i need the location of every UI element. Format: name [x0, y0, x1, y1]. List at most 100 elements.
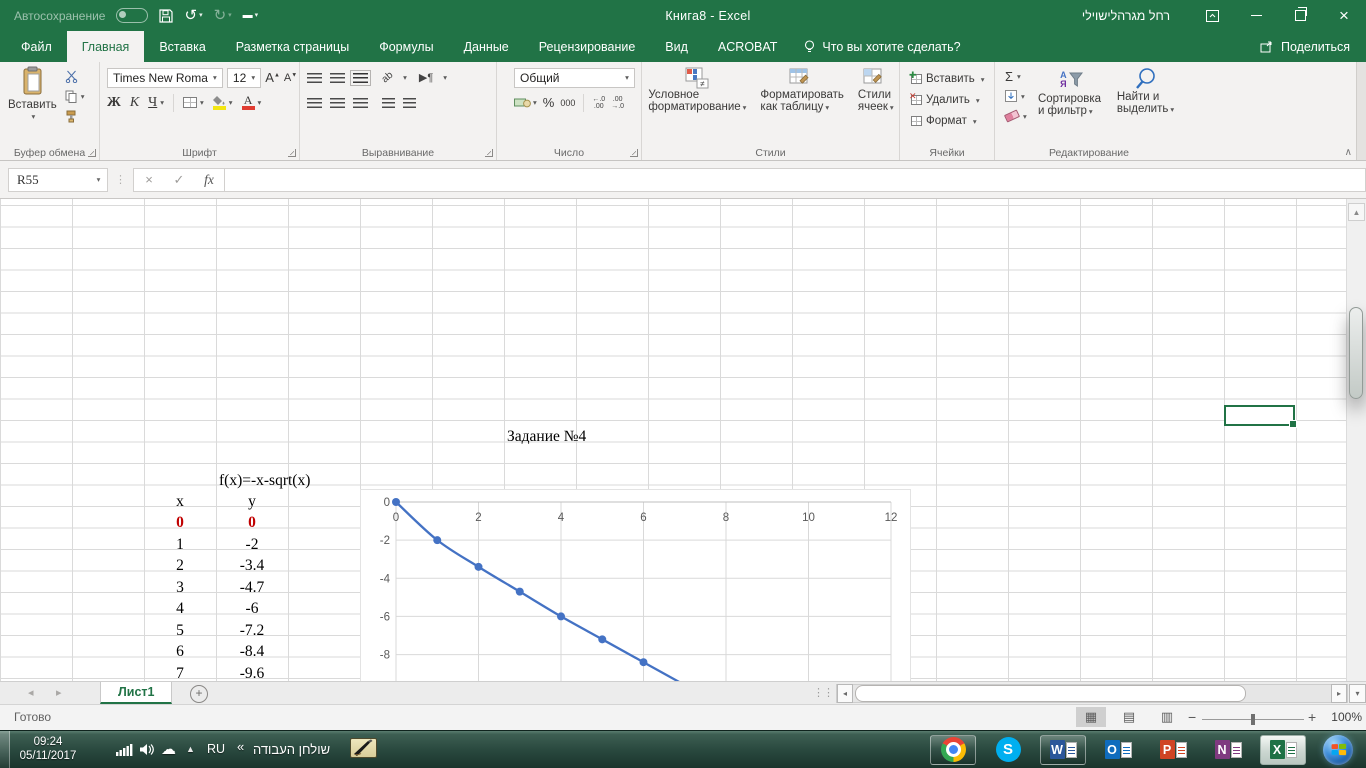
- copy-dropdown-icon[interactable]: ▾: [81, 92, 85, 101]
- text-direction-dropdown-icon[interactable]: ▾: [443, 73, 447, 82]
- formula-input[interactable]: [225, 167, 1366, 192]
- number-format-select[interactable]: Общий ▾: [514, 67, 635, 88]
- increase-indent-icon[interactable]: [403, 97, 416, 108]
- network-icon[interactable]: [116, 744, 133, 759]
- cancel-icon[interactable]: ×: [134, 172, 164, 187]
- format-cells-dropdown-icon[interactable]: ▾: [973, 117, 977, 126]
- currency-dropdown-icon[interactable]: ▾: [533, 98, 537, 107]
- ribbon-tab-Формулы[interactable]: Формулы: [364, 31, 448, 62]
- increase-font-icon[interactable]: A▲: [265, 70, 280, 85]
- scroll-down-icon[interactable]: ▾: [1349, 684, 1366, 703]
- name-box[interactable]: R55 ▾: [8, 167, 108, 192]
- comma-style-button[interactable]: 000: [560, 98, 575, 108]
- cell-header-x[interactable]: x: [144, 491, 216, 512]
- text-direction-icon[interactable]: ▶¶: [419, 71, 433, 84]
- scroll-left-icon[interactable]: ◂: [837, 684, 853, 703]
- insert-function-icon[interactable]: fx: [194, 172, 224, 188]
- fill-color-button[interactable]: [212, 95, 226, 110]
- enter-icon[interactable]: ✓: [164, 172, 194, 188]
- scroll-up-icon[interactable]: ▲: [1348, 203, 1365, 221]
- clipboard-dialog-launcher[interactable]: [88, 149, 96, 157]
- font-size-select[interactable]: 12 ▾: [226, 67, 262, 88]
- cell-x-row2[interactable]: 2: [144, 556, 216, 577]
- delete-cells-dropdown-icon[interactable]: ▾: [976, 96, 980, 105]
- font-size-dropdown-icon[interactable]: ▾: [246, 73, 260, 82]
- format-as-table-dropdown-icon[interactable]: ▾: [825, 103, 829, 112]
- ribbon-tab-Вставка[interactable]: Вставка: [144, 31, 220, 62]
- zoom-level[interactable]: 100%: [1326, 710, 1362, 724]
- cell-x-row5[interactable]: 5: [144, 620, 216, 641]
- clear-button[interactable]: ▾: [1002, 108, 1032, 124]
- format-as-table-button[interactable]: Форматировать как таблицу ▾: [754, 65, 849, 135]
- sort-filter-button[interactable]: АЯ Сортировка и фильтр ▾: [1032, 65, 1111, 135]
- italic-button[interactable]: К: [130, 95, 139, 111]
- cell-y-row0[interactable]: 0: [216, 513, 288, 534]
- chart-object[interactable]: 0246810120-2-4-6-8-10-12-14: [360, 489, 911, 681]
- align-top-icon[interactable]: [307, 72, 322, 83]
- taskbar-app-windows[interactable]: [1315, 734, 1361, 765]
- ribbon-display-options-button[interactable]: [1190, 0, 1234, 31]
- orientation-dropdown-icon[interactable]: ▾: [403, 73, 407, 82]
- cell-y-row4[interactable]: -6: [216, 599, 288, 620]
- customize-quick-access-icon[interactable]: ▬ ▾: [243, 8, 259, 23]
- zoom-in-icon[interactable]: +: [1308, 709, 1316, 725]
- find-select-dropdown-icon[interactable]: ▾: [1170, 105, 1174, 114]
- cell-x-row6[interactable]: 6: [144, 642, 216, 663]
- decrease-indent-icon[interactable]: [382, 97, 395, 108]
- autosum-button[interactable]: Σ ▾: [1002, 68, 1032, 84]
- find-select-button[interactable]: Найти и выделить ▾: [1111, 65, 1181, 135]
- page-layout-view-button[interactable]: ▤: [1114, 707, 1144, 727]
- save-icon[interactable]: [159, 8, 174, 23]
- orientation-icon[interactable]: ab: [380, 70, 396, 86]
- cell-x-row0[interactable]: 0: [144, 513, 216, 534]
- volume-icon[interactable]: [139, 743, 155, 759]
- align-right-icon[interactable]: [353, 97, 368, 108]
- align-bottom-icon[interactable]: [350, 69, 371, 86]
- align-center-icon[interactable]: [330, 97, 345, 108]
- undo-icon[interactable]: ↺ ▾: [184, 8, 202, 23]
- cell-function-label[interactable]: f(x)=-x-sqrt(x): [219, 470, 310, 491]
- format-cells-button[interactable]: Формат ▾: [907, 111, 988, 131]
- alignment-dialog-launcher[interactable]: [485, 149, 493, 157]
- redo-dropdown-icon[interactable]: ▾: [228, 8, 232, 23]
- decrease-font-icon[interactable]: A▼: [284, 72, 297, 84]
- formula-bar-grip[interactable]: ⋮: [115, 173, 126, 186]
- cell-y-row1[interactable]: -2: [216, 534, 288, 555]
- taskbar-app-powerpoint[interactable]: P: [1150, 735, 1196, 765]
- copy-button[interactable]: ▾: [62, 88, 88, 104]
- cell-y-row7[interactable]: -9.6: [216, 663, 288, 682]
- fill-button[interactable]: ▾: [1002, 88, 1032, 104]
- font-dialog-launcher[interactable]: [288, 149, 296, 157]
- page-break-view-button[interactable]: ▥: [1152, 707, 1182, 727]
- cell-task-title[interactable]: Задание №4: [507, 426, 586, 447]
- selected-cell[interactable]: [1224, 405, 1297, 428]
- cell-header-y[interactable]: y: [216, 491, 288, 512]
- normal-view-button[interactable]: ▦: [1076, 707, 1106, 727]
- zoom-slider[interactable]: [1202, 714, 1304, 725]
- cell-styles-dropdown-icon[interactable]: ▾: [890, 103, 894, 112]
- cell-y-row2[interactable]: -3.4: [216, 556, 288, 577]
- fill-dropdown-icon[interactable]: ▾: [1021, 92, 1025, 101]
- taskbar-app-outlook[interactable]: O: [1095, 735, 1141, 765]
- scroll-right-icon[interactable]: ▸: [1331, 684, 1347, 703]
- cell-y-row3[interactable]: -4.7: [216, 577, 288, 598]
- conditional-formatting-button[interactable]: ≠ Условное форматирование ▾: [642, 65, 752, 135]
- sort-filter-dropdown-icon[interactable]: ▾: [1089, 107, 1093, 116]
- taskbar-app-excel[interactable]: X: [1260, 734, 1306, 765]
- spreadsheet-grid[interactable]: Задание №4 f(x)=-x-sqrt(x) x y 0 0 1 -2 2 -3.…: [0, 199, 1346, 681]
- taskbar-clock[interactable]: 09:24 05/11/2017: [4, 735, 92, 763]
- sheet-tab-list1[interactable]: Лист1: [100, 682, 173, 704]
- delete-cells-button[interactable]: ✕ Удалить ▾: [907, 90, 988, 110]
- ribbon-tab-Разметка страницы[interactable]: Разметка страницы: [221, 31, 364, 62]
- insert-cells-dropdown-icon[interactable]: ▾: [981, 75, 985, 84]
- ribbon-tab-Рецензирование[interactable]: Рецензирование: [524, 31, 651, 62]
- insert-cells-button[interactable]: ✚ Вставить ▾: [907, 69, 988, 89]
- number-format-dropdown-icon[interactable]: ▾: [620, 73, 634, 82]
- zoom-out-icon[interactable]: −: [1188, 709, 1196, 725]
- minimize-button[interactable]: [1234, 0, 1278, 31]
- undo-dropdown-icon[interactable]: ▾: [199, 8, 203, 23]
- autosum-dropdown-icon[interactable]: ▾: [1017, 72, 1021, 81]
- percent-style-button[interactable]: %: [543, 95, 555, 110]
- decrease-decimal-icon[interactable]: .00 →.0: [611, 96, 624, 110]
- cell-y-row6[interactable]: -8.4: [216, 642, 288, 663]
